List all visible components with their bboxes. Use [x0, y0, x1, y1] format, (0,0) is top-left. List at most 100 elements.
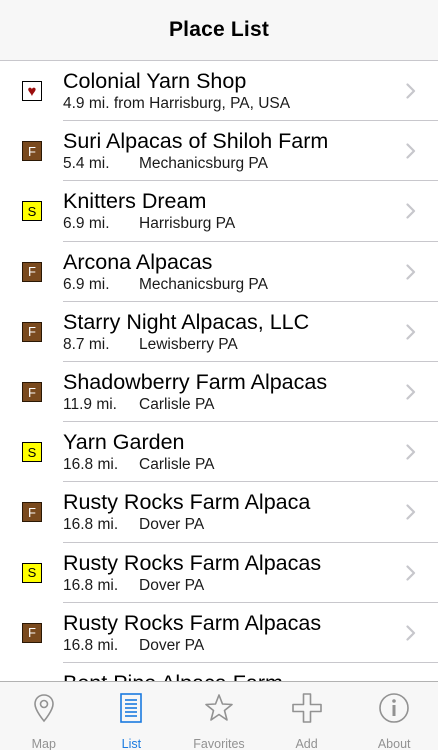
place-name: Colonial Yarn Shop — [63, 69, 247, 93]
place-subtitle: 8.7 mi. Lewisberry PA — [63, 335, 398, 355]
farm-badge-icon: F — [22, 622, 42, 643]
place-distance: 16.8 mi. — [63, 576, 119, 594]
chevron-right-icon — [406, 263, 416, 280]
place-location: Mechanicsburg PA — [139, 155, 268, 173]
chevron-right-icon — [406, 143, 416, 159]
place-row[interactable]: F Starry Night Alpacas, LLC 8.7 mi. Lewisbe… — [0, 302, 438, 363]
place-text: Rusty Rocks Farm Alpaca 16.8 mi. Dover PA — [63, 489, 398, 535]
tab-map[interactable]: Map — [0, 682, 88, 750]
place-text: Starry Night Alpacas, LLC 8.7 mi. Lewisber… — [63, 309, 398, 355]
place-distance: 16.8 mi. — [63, 456, 119, 474]
chevron-right-icon — [406, 564, 416, 581]
place-row[interactable]: S Knitters Dream 6.9 mi. Harrisburg PA — [0, 181, 438, 242]
place-distance: 16.8 mi. — [63, 636, 119, 654]
place-text: Rusty Rocks Farm Alpacas 16.8 mi. Dover PA — [63, 610, 398, 656]
place-text: Rusty Rocks Farm Alpacas 16.8 mi. Dover PA — [63, 550, 398, 596]
place-location: Carlisle PA — [139, 395, 215, 413]
tab-label: Map — [31, 737, 56, 750]
place-name: Yarn Garden — [63, 430, 185, 455]
chevron-right-icon — [406, 444, 416, 460]
place-row[interactable]: F Suri Alpacas of Shiloh Farm 5.4 mi. Mecha… — [0, 121, 438, 182]
map-pin-icon — [28, 692, 60, 729]
tab-list[interactable]: List — [88, 682, 176, 750]
farm-badge-icon: F — [22, 141, 42, 162]
list-icon — [115, 692, 147, 729]
farm-badge-icon: F — [22, 261, 42, 282]
place-distance: 11.9 mi. — [63, 395, 117, 413]
place-location: Lewisberry PA — [139, 335, 238, 353]
tab-label: Add — [295, 737, 318, 750]
place-row[interactable]: F Rusty Rocks Farm Alpacas 16.8 mi. Dover P… — [0, 603, 438, 664]
page-title: Place List — [168, 18, 270, 41]
place-text: Shadowberry Farm Alpacas 11.9 mi. Carlisle… — [63, 369, 398, 415]
tab-about[interactable]: About — [350, 682, 438, 750]
place-subtitle: 11.9 mi. Carlisle PA — [63, 395, 398, 415]
place-location: Mechanicsburg PA — [139, 275, 268, 293]
place-text: Knitters Dream 6.9 mi. Harrisburg PA — [63, 188, 398, 234]
place-distance: 6.9 mi. — [63, 275, 110, 293]
place-subtitle: 16.8 mi. Dover PA — [63, 515, 398, 535]
place-row[interactable]: ♥ Colonial Yarn Shop 4.9 mi. from Harrisbu… — [0, 61, 438, 122]
tab-favorites[interactable]: Favorites — [175, 682, 263, 750]
place-text: Yarn Garden 16.8 mi. Carlisle PA — [63, 429, 398, 475]
shop-badge-icon: S — [22, 562, 42, 583]
place-text: Bent Pine Alpaca Farm — [63, 670, 398, 681]
place-location: Dover PA — [139, 636, 205, 654]
place-row[interactable]: S Rusty Rocks Farm Alpacas 16.8 mi. Dover P… — [0, 543, 438, 603]
heart-badge-icon: ♥ — [22, 81, 42, 102]
info-icon — [378, 692, 410, 729]
chevron-right-icon — [406, 625, 416, 641]
place-location: Dover PA — [139, 576, 205, 594]
place-subtitle: 6.9 mi. Harrisburg PA — [63, 214, 398, 234]
place-location: Harrisburg PA — [139, 215, 236, 233]
place-name: Suri Alpacas of Shiloh Farm — [63, 129, 329, 154]
place-row[interactable]: F Rusty Rocks Farm Alpaca 16.8 mi. Dover PA — [0, 482, 438, 543]
shop-badge-icon: S — [22, 442, 42, 463]
place-location: Carlisle PA — [139, 456, 215, 474]
place-subtitle: 6.9 mi. Mechanicsburg PA — [63, 275, 398, 295]
place-name: Bent Pine Alpaca Farm — [63, 670, 398, 681]
chevron-right-icon — [406, 384, 416, 400]
place-distance: 6.9 mi. — [63, 215, 110, 233]
place-name: Rusty Rocks Farm Alpacas — [63, 610, 322, 635]
star-icon — [203, 692, 235, 729]
place-distance: 5.4 mi. — [63, 155, 110, 173]
place-text: Suri Alpacas of Shiloh Farm 5.4 mi. Mechan… — [63, 128, 398, 174]
place-location: Dover PA — [139, 516, 205, 534]
place-subtitle: 5.4 mi. Mechanicsburg PA — [63, 154, 398, 174]
place-subtitle: 16.8 mi. Dover PA — [63, 636, 398, 656]
tab-add[interactable]: Add — [263, 682, 351, 750]
place-distance: 8.7 mi. — [63, 335, 110, 353]
shop-badge-icon: S — [22, 201, 42, 222]
place-name: Rusty Rocks Farm Alpaca — [63, 490, 311, 515]
place-name: Knitters Dream — [63, 189, 207, 214]
farm-badge-icon: F — [22, 502, 42, 523]
place-row[interactable]: S Yarn Garden 16.8 mi. Carlisle PA — [0, 422, 438, 483]
place-distance: 16.8 mi. — [63, 516, 119, 534]
place-name: Starry Night Alpacas, LLC — [63, 309, 310, 334]
tab-label: List — [121, 737, 142, 750]
place-name: Shadowberry Farm Alpacas — [63, 369, 328, 394]
chevron-right-icon — [406, 504, 416, 520]
place-distance: 4.9 mi. from Harrisburg, PA, USA — [63, 95, 291, 112]
place-text: Arcona Alpacas 6.9 mi. Mechanicsburg PA — [63, 249, 398, 295]
farm-badge-icon: F — [22, 321, 42, 342]
plus-icon — [291, 692, 323, 729]
place-row[interactable]: FBent Pine Alpaca Farm — [0, 663, 438, 681]
nav-bar: Place List — [0, 0, 438, 61]
place-row[interactable]: F Shadowberry Farm Alpacas 11.9 mi. Carlisl… — [0, 362, 438, 423]
farm-badge-icon: F — [22, 382, 42, 403]
place-list[interactable]: ♥ Colonial Yarn Shop 4.9 mi. from Harrisbu… — [0, 61, 438, 681]
tab-bar: Map List Favorites Add About — [0, 681, 438, 750]
chevron-right-icon — [406, 203, 416, 219]
place-name: Arcona Alpacas — [63, 249, 213, 274]
chevron-right-icon — [406, 83, 416, 99]
place-text: Colonial Yarn Shop 4.9 mi. from Harrisbur… — [63, 68, 398, 114]
place-subtitle: 16.8 mi. Dover PA — [63, 576, 398, 596]
place-row[interactable]: F Arcona Alpacas 6.9 mi. Mechanicsburg PA — [0, 242, 438, 302]
chevron-right-icon — [406, 324, 416, 340]
place-name: Rusty Rocks Farm Alpacas — [63, 550, 322, 575]
place-subtitle: 16.8 mi. Carlisle PA — [63, 455, 398, 475]
tab-label: About — [377, 737, 411, 750]
place-subtitle: 4.9 mi. from Harrisburg, PA, USA — [63, 94, 398, 114]
